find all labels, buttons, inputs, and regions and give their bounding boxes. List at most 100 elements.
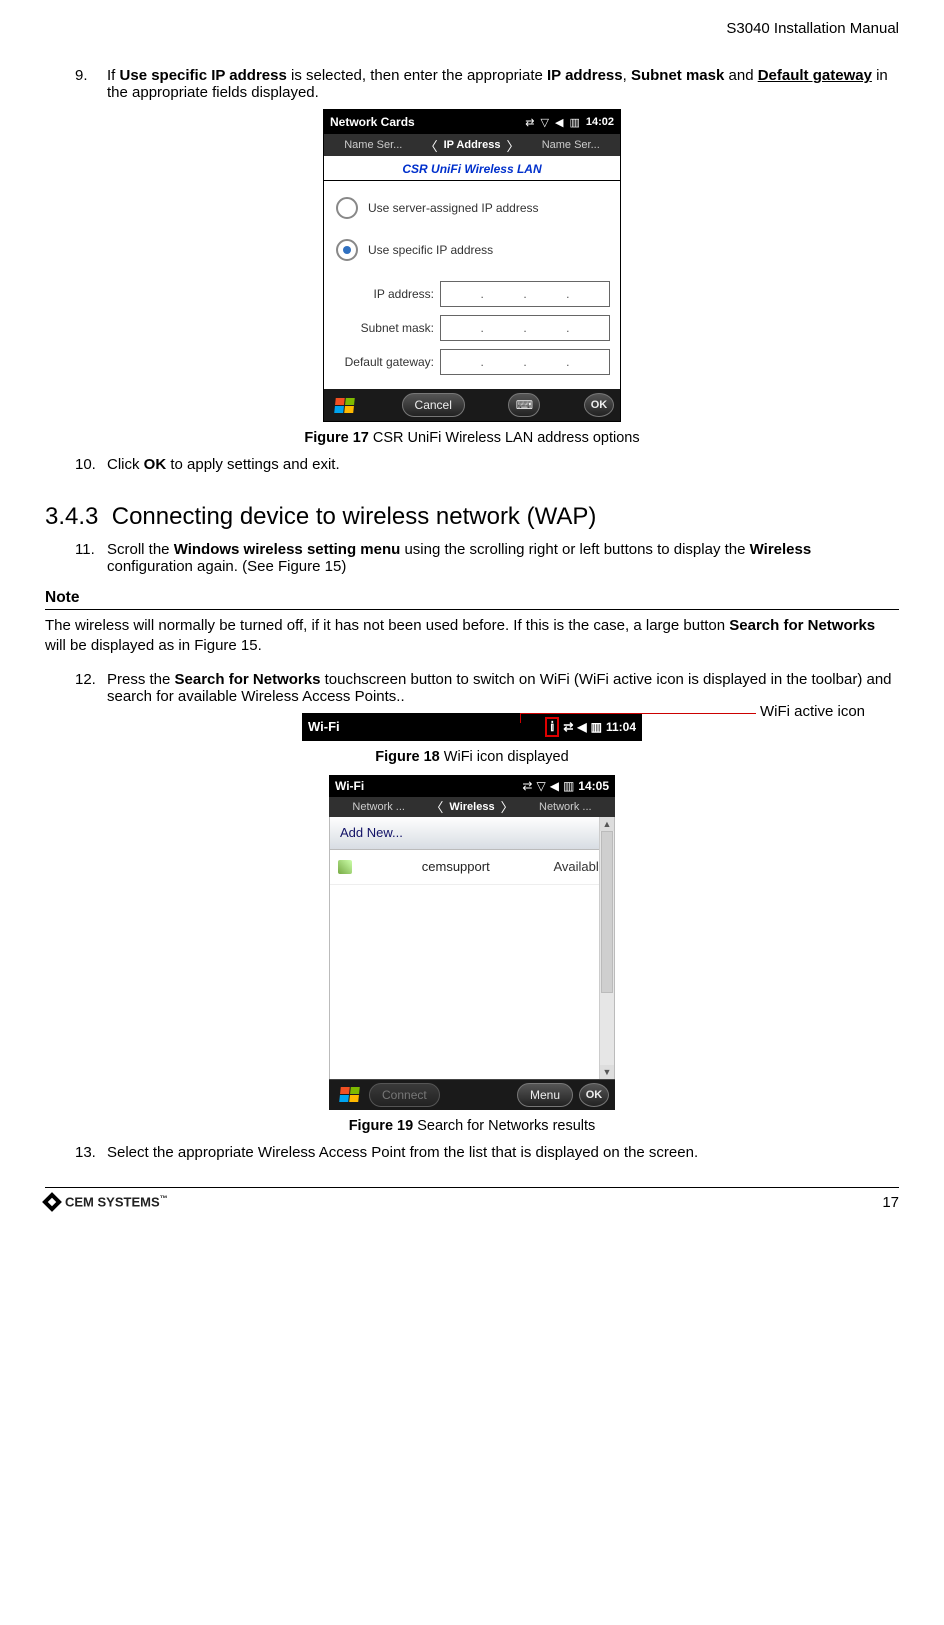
radio-checked-icon[interactable]: [336, 239, 358, 261]
clock: 14:05: [578, 779, 609, 793]
note-rule: [45, 609, 899, 610]
add-new-button[interactable]: Add New...: [330, 817, 614, 850]
page-footer: CEM SYSTEMS™ 17: [45, 1187, 899, 1211]
network-row[interactable]: cemsupport Available: [330, 850, 614, 885]
radio-label: Use specific IP address: [368, 243, 493, 257]
callout-line: [520, 713, 756, 714]
cancel-button[interactable]: Cancel: [402, 393, 465, 417]
connectivity-icon: ⇄: [522, 779, 532, 793]
scroll-up-icon[interactable]: ▲: [600, 817, 614, 831]
ok-button[interactable]: OK: [579, 1083, 609, 1107]
radio-server-assigned[interactable]: Use server-assigned IP address: [336, 197, 610, 219]
tab-left[interactable]: Network ...: [329, 801, 428, 813]
signal-strength-icon: [338, 860, 352, 874]
step-number: 13.: [75, 1144, 107, 1161]
gateway-row: Default gateway: ...: [334, 349, 610, 375]
chevron-right-icon[interactable]: 〉: [504, 136, 521, 155]
radio-label: Use server-assigned IP address: [368, 201, 539, 215]
section-title: Connecting device to wireless network (W…: [112, 503, 597, 530]
tab-right[interactable]: Network ...: [516, 801, 615, 813]
start-button[interactable]: [335, 1084, 363, 1106]
radio-specific-ip[interactable]: Use specific IP address: [336, 239, 610, 261]
connectivity-icon: ⇄: [563, 720, 573, 734]
radio-unchecked-icon[interactable]: [336, 197, 358, 219]
topbar: Network Cards ⇄ ▽ ◀ ▥ 14:02: [324, 110, 620, 134]
mask-input[interactable]: ...: [440, 315, 610, 341]
battery-icon: ▥: [591, 720, 602, 734]
start-button[interactable]: [330, 394, 358, 416]
step-text: If Use specific IP address is selected, …: [107, 67, 899, 101]
volume-icon: ◀: [577, 720, 586, 734]
step-12: 12. Press the Search for Networks touchs…: [75, 671, 899, 705]
page-header-title: S3040 Installation Manual: [45, 20, 899, 37]
ok-button[interactable]: OK: [584, 393, 614, 417]
tab-left[interactable]: Name Ser...: [324, 139, 423, 151]
mask-label: Subnet mask:: [334, 321, 434, 335]
status-icons: ⇄ ▽ ◀ ▥ 14:02: [525, 116, 614, 129]
section-heading: 3.4.3 Connecting device to wireless netw…: [45, 503, 899, 531]
topbar: Wi-Fi ⇄ ▽ ◀ ▥ 14:05: [329, 775, 615, 797]
step-9: 9. If Use specific IP address is selecte…: [75, 67, 899, 101]
signal-icon: ▽: [536, 779, 545, 793]
ip-label: IP address:: [334, 287, 434, 301]
chevron-right-icon[interactable]: 〉: [499, 797, 516, 816]
tab-row: Network ... 〈 Wireless 〉 Network ...: [329, 797, 615, 817]
clock: 14:02: [586, 116, 614, 128]
clock: 11:04: [606, 720, 636, 734]
tab-row: Name Ser... 〈 IP Address 〉 Name Ser...: [324, 134, 620, 156]
status-icons: ⇄ ▽ ◀ ▥ 14:05: [522, 779, 609, 793]
battery-icon: ▥: [563, 779, 574, 793]
signal-icon: ▽: [541, 116, 549, 129]
tab-active: Wireless: [445, 801, 498, 813]
wifi-toolbar: Wi-Fi 𝕚 ⇄ ◀ ▥ 11:04: [302, 713, 642, 741]
step-number: 12.: [75, 671, 107, 705]
network-list: Add New... cemsupport Available ▲ ▼: [329, 817, 615, 1079]
battery-icon: ▥: [569, 116, 579, 129]
status-icons: ⇄ ◀ ▥ 11:04: [563, 720, 636, 734]
wifi-active-icon: 𝕚: [545, 717, 560, 737]
figure-19: Wi-Fi ⇄ ▽ ◀ ▥ 14:05 Network ... 〈 Wirele…: [45, 775, 899, 1110]
chevron-left-icon[interactable]: 〈: [423, 136, 440, 155]
figure-18: WiFi active icon Wi-Fi 𝕚 ⇄ ◀ ▥ 11:04: [45, 713, 899, 741]
brand-icon: [42, 1192, 62, 1212]
tab-active: IP Address: [440, 139, 505, 151]
bottom-bar: Connect Menu OK: [329, 1079, 615, 1110]
volume-icon: ◀: [555, 116, 563, 129]
scroll-down-icon[interactable]: ▼: [600, 1065, 614, 1079]
subnet-mask-row: Subnet mask: ...: [334, 315, 610, 341]
figure-19-caption: Figure 19 Search for Networks results: [45, 1118, 899, 1134]
tab-right[interactable]: Name Ser...: [521, 139, 620, 151]
window-title: Wi-Fi: [335, 779, 364, 793]
page-number: 17: [882, 1194, 899, 1211]
ip-input[interactable]: ...: [440, 281, 610, 307]
ip-address-row: IP address: ...: [334, 281, 610, 307]
volume-icon: ◀: [550, 779, 559, 793]
scroll-thumb[interactable]: [601, 831, 613, 993]
chevron-left-icon[interactable]: 〈: [428, 797, 445, 816]
network-name: cemsupport: [358, 859, 553, 874]
gateway-input[interactable]: ...: [440, 349, 610, 375]
step-text: Select the appropriate Wireless Access P…: [107, 1144, 899, 1161]
step-text: Scroll the Windows wireless setting menu…: [107, 541, 899, 575]
step-text: Click OK to apply settings and exit.: [107, 456, 899, 473]
adapter-title: CSR UniFi Wireless LAN: [324, 156, 620, 181]
step-11: 11. Scroll the Windows wireless setting …: [75, 541, 899, 575]
gateway-label: Default gateway:: [334, 355, 434, 369]
figure-17-caption: Figure 17 CSR UniFi Wireless LAN address…: [45, 430, 899, 446]
figure-17: Network Cards ⇄ ▽ ◀ ▥ 14:02 Name Ser... …: [45, 109, 899, 422]
keyboard-button[interactable]: ⌨: [508, 393, 540, 417]
menu-button[interactable]: Menu: [517, 1083, 573, 1107]
wifi-title: Wi-Fi: [308, 719, 340, 734]
window-title: Network Cards: [330, 115, 415, 129]
connectivity-icon: ⇄: [525, 116, 534, 129]
note-body: The wireless will normally be turned off…: [45, 616, 899, 657]
step-number: 10.: [75, 456, 107, 473]
scrollbar[interactable]: ▲ ▼: [599, 817, 614, 1079]
figure-18-caption: Figure 18 WiFi icon displayed: [45, 749, 899, 765]
step-13: 13. Select the appropriate Wireless Acce…: [75, 1144, 899, 1161]
callout-line-v: [520, 713, 521, 723]
step-number: 9.: [75, 67, 107, 101]
note-header: Note: [45, 589, 899, 607]
step-10: 10. Click OK to apply settings and exit.: [75, 456, 899, 473]
bottom-bar: Cancel ⌨ OK: [324, 389, 620, 421]
